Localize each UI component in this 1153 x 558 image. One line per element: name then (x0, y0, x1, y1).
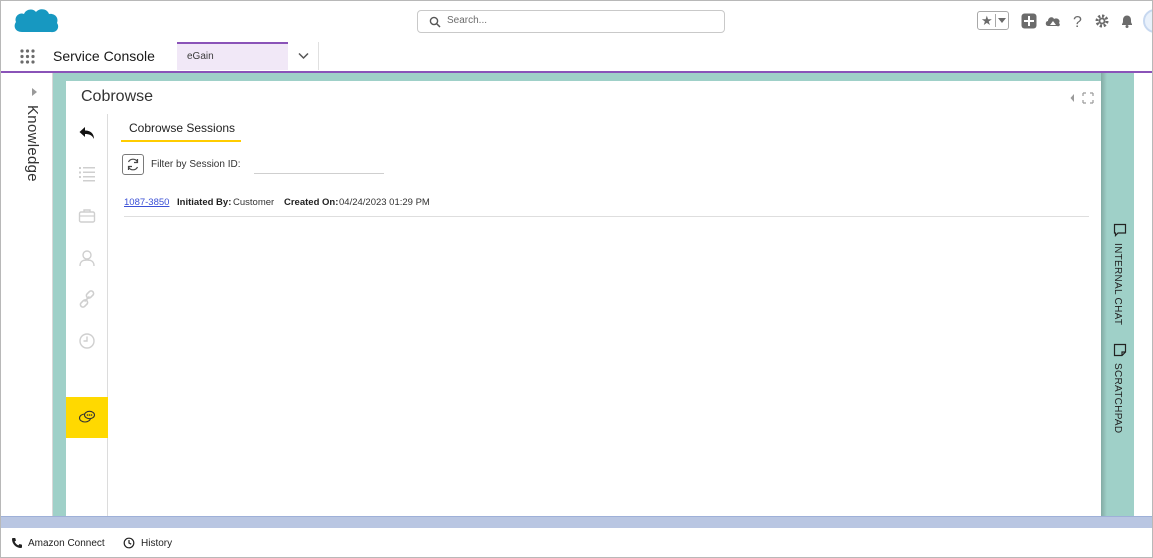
utility-bar-divider (1, 516, 1152, 528)
created-on-label: Created On: (284, 197, 339, 208)
internal-chat-icon[interactable] (1113, 223, 1127, 237)
tab-egain[interactable]: eGain (177, 42, 288, 70)
card-controls (1070, 91, 1094, 109)
filter-session-label: Filter by Session ID: (151, 159, 241, 170)
egain-icon-rail (66, 114, 108, 516)
history-item[interactable]: History (141, 538, 172, 549)
created-on-value: 04/24/2023 01:29 PM (339, 197, 430, 208)
salesforce-cloud-logo[interactable] (12, 6, 60, 39)
avatar[interactable] (1143, 9, 1152, 33)
bell-icon[interactable] (1119, 13, 1135, 29)
refresh-icon (127, 158, 139, 171)
cobrowse-rail-item[interactable] (66, 397, 108, 438)
knowledge-label[interactable]: Knowledge (24, 105, 41, 182)
app-name: Service Console (53, 48, 155, 64)
scratchpad-icon[interactable] (1113, 343, 1127, 357)
help-icon[interactable]: ? (1070, 13, 1086, 29)
tab-cobrowse-sessions-label: Cobrowse Sessions (129, 121, 236, 135)
app-launcher-icon[interactable] (20, 49, 35, 64)
internal-chat-tab[interactable]: INTERNAL CHAT (1112, 243, 1123, 325)
chevron-down-icon (298, 52, 309, 60)
collapse-expand-icons[interactable] (1070, 92, 1094, 104)
link-icon[interactable] (78, 290, 96, 308)
briefcase-icon[interactable] (78, 207, 96, 225)
console-nav-bar: Service Console eGain (1, 42, 1152, 73)
svg-text:?: ? (1073, 14, 1082, 29)
knowledge-panel[interactable]: Knowledge (17, 73, 53, 516)
app-window: Search... ★ ? Service Console eGain Know… (0, 0, 1153, 558)
table-row: 1087-3850 Initiated By: Customer Created… (124, 195, 1089, 217)
scratchpad-tab[interactable]: SCRATCHPAD (1112, 363, 1123, 433)
nav-menu-dropdown[interactable] (288, 42, 319, 70)
amazon-connect-item[interactable]: Amazon Connect (28, 538, 105, 549)
favorites-star-icon: ★ (981, 13, 993, 28)
session-id-link[interactable]: 1087-3850 (124, 197, 169, 208)
refresh-button[interactable] (122, 154, 144, 175)
search-icon (429, 16, 441, 28)
history-icon[interactable] (123, 537, 135, 549)
utility-bar: Amazon Connect History (1, 528, 1152, 557)
page-title: Cobrowse (81, 88, 154, 105)
favorites-dropdown-icon[interactable] (998, 18, 1006, 23)
tab-cobrowse-sessions[interactable]: Cobrowse Sessions (121, 119, 241, 142)
global-header: Search... ★ ? (1, 1, 1152, 43)
initiated-by-label: Initiated By: (177, 197, 232, 208)
cobrowse-card: Cobrowse Cobrowse Sessions Filter by Ses… (66, 81, 1101, 516)
search-placeholder: Search... (447, 15, 488, 26)
expand-arrow-icon[interactable] (32, 88, 37, 96)
list-icon[interactable] (78, 165, 96, 183)
phone-icon[interactable] (11, 537, 23, 549)
initiated-by-value: Customer (233, 197, 275, 208)
contact-icon[interactable] (78, 249, 96, 267)
global-search[interactable]: Search... (417, 10, 725, 33)
favorites-button[interactable]: ★ (977, 11, 1009, 30)
back-arrow-icon[interactable] (78, 124, 96, 142)
gear-icon[interactable] (1094, 13, 1110, 29)
tab-egain-label: eGain (187, 51, 214, 62)
filter-session-id-input[interactable] (254, 156, 384, 174)
trailhead-icon[interactable] (1045, 13, 1061, 29)
cobrowse-chat-icon (78, 410, 96, 423)
add-icon[interactable] (1021, 13, 1037, 29)
right-utility-panel: INTERNAL CHAT SCRATCHPAD (1101, 73, 1134, 516)
favorites-divider (995, 14, 996, 27)
history-clock-icon[interactable] (78, 332, 96, 350)
